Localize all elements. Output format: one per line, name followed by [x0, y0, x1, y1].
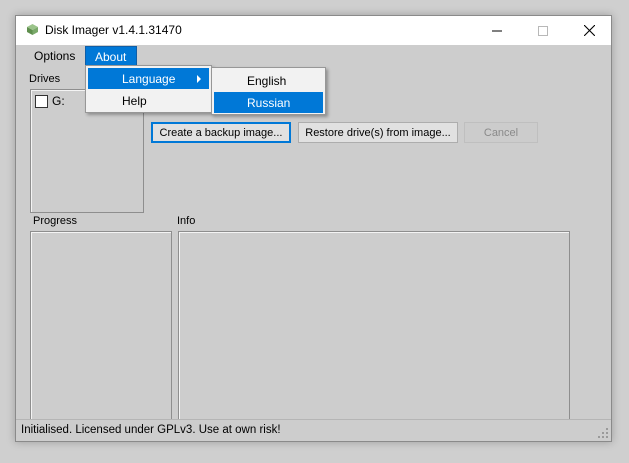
- submenu-arrow-icon: [197, 75, 201, 83]
- progress-label: Progress: [33, 215, 78, 227]
- menu-bar: Options About: [16, 45, 611, 67]
- resize-grip-icon[interactable]: [598, 428, 608, 438]
- menu-item-russian[interactable]: Russian: [214, 92, 323, 113]
- menu-about[interactable]: About: [85, 46, 137, 66]
- app-icon: [27, 24, 38, 35]
- drive-checkbox[interactable]: [35, 94, 48, 108]
- drive-label: G:: [52, 94, 65, 108]
- close-icon: [583, 25, 595, 36]
- minimize-icon: [492, 30, 502, 31]
- minimize-button[interactable]: [474, 16, 520, 45]
- info-panel: [178, 231, 570, 428]
- menu-item-language-label: Language: [122, 71, 176, 86]
- menu-item-help-label: Help: [122, 93, 147, 108]
- menu-item-english[interactable]: English: [214, 70, 323, 91]
- title-bar[interactable]: Disk Imager v1.4.1.31470: [16, 16, 611, 45]
- create-backup-button[interactable]: Create a backup image...: [151, 122, 291, 143]
- menu-item-russian-label: Russian: [247, 95, 291, 110]
- language-submenu: English Russian: [211, 67, 326, 115]
- maximize-button[interactable]: [520, 16, 566, 45]
- about-menu-dropdown: Language Help: [85, 65, 212, 113]
- menu-item-help[interactable]: Help: [88, 90, 209, 111]
- info-label: Info: [177, 215, 196, 227]
- status-bar: Initialised. Licensed under GPLv3. Use a…: [16, 419, 611, 441]
- menu-item-english-label: English: [247, 73, 287, 88]
- status-text: Initialised. Licensed under GPLv3. Use a…: [21, 424, 281, 436]
- drives-label: Drives: [29, 73, 61, 85]
- maximize-icon: [538, 25, 548, 36]
- progress-panel: [30, 231, 172, 428]
- close-button[interactable]: [566, 16, 612, 45]
- restore-drive-button[interactable]: Restore drive(s) from image...: [298, 122, 458, 143]
- drive-item[interactable]: G:: [35, 94, 65, 108]
- window-title: Disk Imager v1.4.1.31470: [45, 23, 182, 37]
- menu-item-language[interactable]: Language: [88, 68, 209, 89]
- cancel-button[interactable]: Cancel: [464, 122, 538, 143]
- menu-options[interactable]: Options: [25, 46, 84, 66]
